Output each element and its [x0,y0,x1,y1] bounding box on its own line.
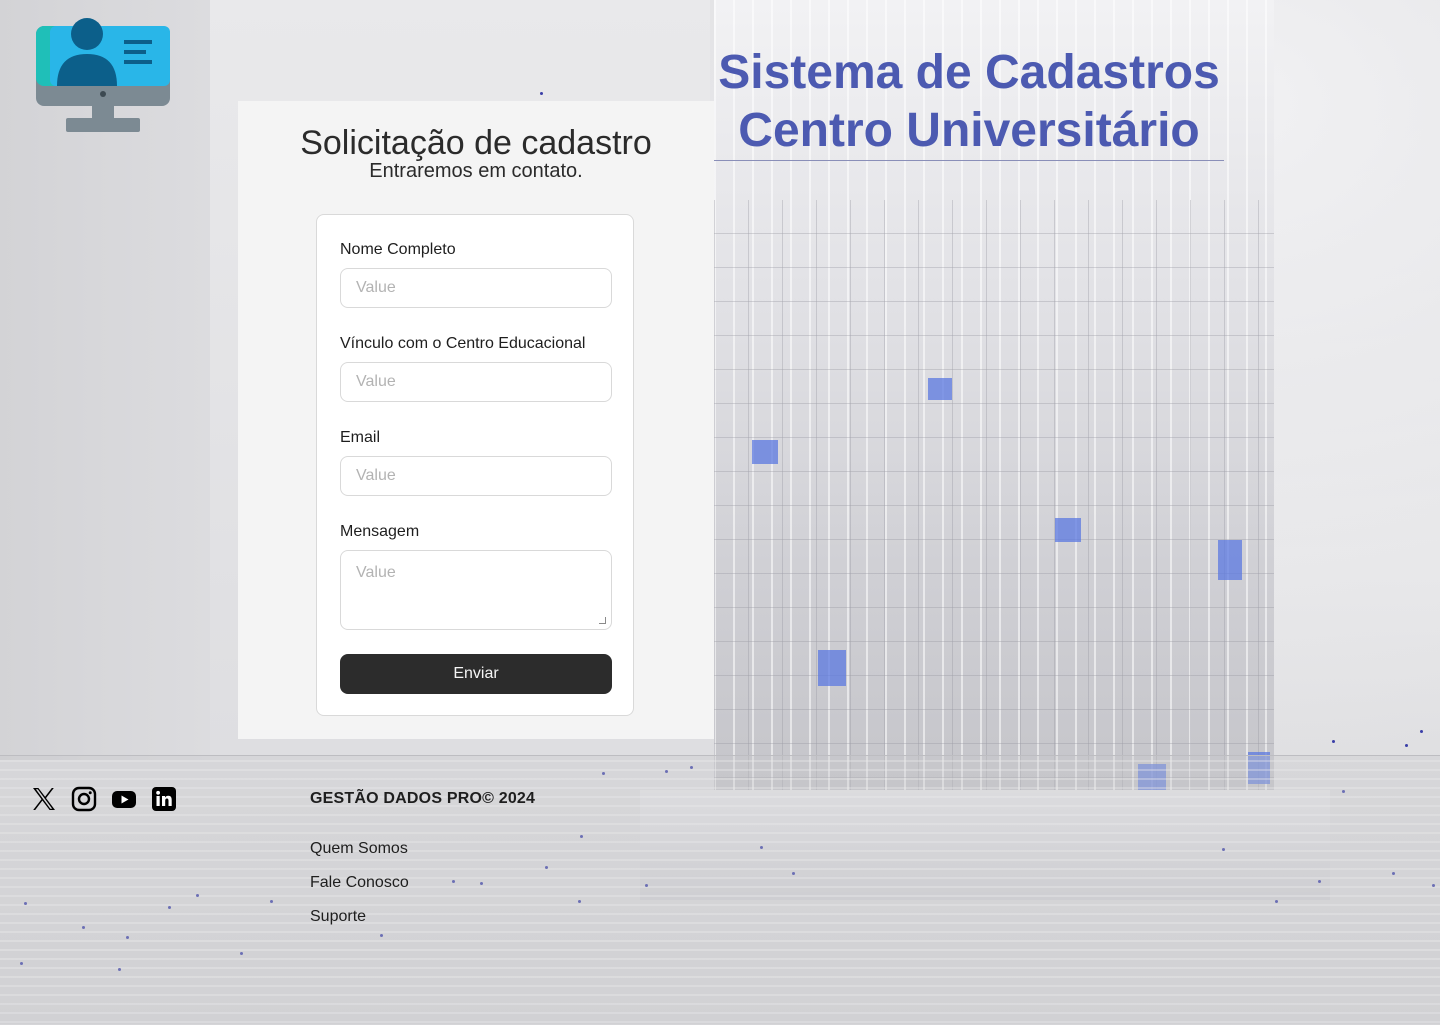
page-title-line-1: Sistema de Cadastros [718,46,1220,99]
email-label: Email [340,429,381,446]
monitor-user-icon [36,18,170,132]
footer-link-about[interactable]: Quem Somos [310,840,408,858]
full-name-input[interactable] [340,268,612,308]
footer-link-contact[interactable]: Fale Conosco [310,874,409,892]
instagram-icon[interactable] [71,786,97,812]
youtube-icon[interactable] [111,786,137,812]
page-title-line-2: Centro Universitário [738,104,1200,157]
message-field [317,550,635,630]
affiliation-label: Vínculo com o Centro Educacional [340,335,586,352]
email-input[interactable] [340,456,612,496]
message-label: Mensagem [340,523,420,540]
registration-panel: Solicitação de cadastro Entraremos em co… [238,101,714,739]
form-title: Solicitação de cadastro [300,124,652,162]
form-subtitle: Entraremos em contato. [369,160,583,182]
x-icon[interactable] [31,786,57,812]
footer-link-support[interactable]: Suporte [310,908,366,926]
linkedin-icon[interactable] [151,786,177,812]
full-name-label: Nome Completo [340,241,456,258]
background-blue-cube [1218,540,1242,580]
footer: GESTÃO DADOS PRO© 2024 Quem Somos Fale C… [0,755,1440,1025]
submit-button[interactable]: Enviar [340,654,612,694]
background-blue-cube [1055,518,1081,542]
background-blue-cube [818,650,846,686]
registration-form: Nome Completo Vínculo com o Centro Educa… [316,214,634,716]
background-blue-cube [928,378,952,400]
background-cube-grid [714,200,1274,830]
page-title: Sistema de Cadastros Centro Universitári… [714,44,1224,161]
affiliation-input[interactable] [340,362,612,402]
background-blue-cube [752,440,778,464]
footer-brand: GESTÃO DADOS PRO© 2024 [310,790,536,807]
message-textarea[interactable] [340,550,612,630]
